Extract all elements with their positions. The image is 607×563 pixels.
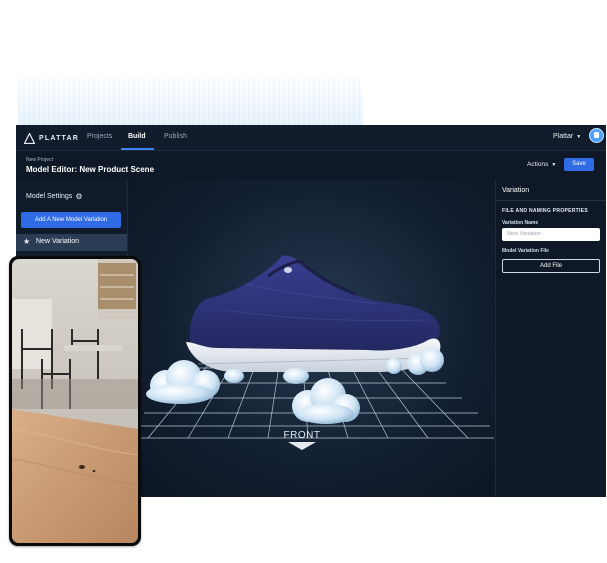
star-icon: ★: [23, 237, 31, 246]
nav-publish[interactable]: Publish: [164, 133, 187, 140]
model-settings-label: Model Settings: [26, 193, 73, 200]
page-title: Model Editor: New Product Scene: [26, 165, 155, 174]
front-arrow: [288, 442, 316, 450]
active-tab-indicator: [121, 148, 154, 150]
variation-name-input[interactable]: New Variation: [502, 228, 600, 241]
nav-build[interactable]: Build: [128, 133, 146, 140]
chevron-down-icon: ▼: [576, 133, 582, 140]
editor-header: New Project Model Editor: New Product Sc…: [16, 151, 606, 179]
panel-title: Variation: [502, 187, 530, 194]
background-haze: [18, 78, 363, 126]
variation-file-label: Model Variation File: [502, 248, 549, 254]
variation-list-item[interactable]: ★ New Variation: [16, 234, 127, 251]
user-name: Plattar: [553, 133, 574, 140]
top-navigation: PLATTAR Projects Build Publish Plattar ▼: [16, 125, 606, 151]
variation-name-label: Variation Name: [502, 220, 539, 226]
actions-menu[interactable]: Actions ▼: [527, 161, 556, 168]
logo-triangle-icon: [24, 132, 35, 144]
nav-projects[interactable]: Projects: [87, 133, 112, 140]
logo-text: PLATTAR: [39, 134, 80, 142]
user-icon: [594, 132, 599, 138]
floor-label: FRONT: [284, 430, 321, 441]
plattar-logo[interactable]: PLATTAR: [24, 132, 79, 144]
scene-render: FRONT: [138, 255, 494, 450]
actions-label: Actions: [527, 161, 549, 168]
add-model-variation-button[interactable]: Add A New Model Variation: [21, 212, 121, 228]
sneaker-model: [186, 255, 441, 372]
breadcrumb[interactable]: New Project: [26, 157, 53, 163]
variation-panel: Variation FILE AND NAMING PROPERTIES Var…: [495, 180, 606, 497]
gear-icon[interactable]: ⚙: [75, 192, 82, 201]
chevron-down-icon: ▼: [551, 161, 557, 168]
user-menu[interactable]: Plattar ▼: [553, 133, 581, 140]
phone-mockup: [9, 256, 141, 546]
phone-camera-view: [12, 259, 138, 543]
avatar[interactable]: [589, 128, 604, 143]
section-heading: FILE AND NAMING PROPERTIES: [502, 208, 588, 214]
model-settings-heading: Model Settings ⚙: [26, 192, 82, 201]
variation-item-label: New Variation: [36, 238, 80, 245]
save-button[interactable]: Save: [564, 158, 594, 171]
panel-divider: [496, 200, 606, 201]
add-file-button[interactable]: Add File: [502, 259, 600, 273]
3d-viewport[interactable]: FRONT: [128, 180, 494, 497]
cafe-ar-photo: [12, 259, 138, 543]
